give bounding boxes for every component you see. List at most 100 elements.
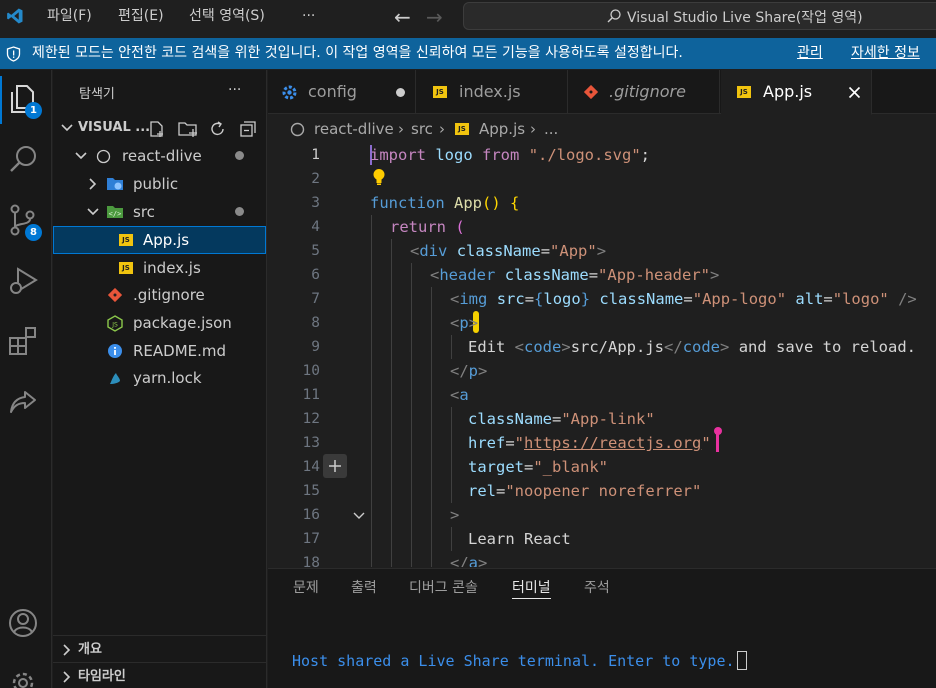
line-number: 2 — [311, 171, 320, 187]
live-share-button[interactable] — [0, 378, 52, 426]
command-center-search[interactable]: Visual Studio Live Share(작업 영역) — [463, 2, 936, 30]
tree-file-package-json[interactable]: JS package.json — [53, 309, 266, 337]
tab-index-js[interactable]: JS index.js — [417, 70, 568, 114]
js-file-icon: JS — [119, 234, 133, 246]
code-token: target — [468, 458, 524, 476]
manage-link[interactable]: 관리 — [797, 38, 823, 69]
indent-guide — [451, 407, 452, 503]
extensions-button[interactable] — [0, 316, 52, 364]
code-token: "App-header" — [598, 266, 711, 284]
code-token: = — [524, 290, 535, 308]
code-token: = — [496, 482, 506, 500]
line-number: 8 — [311, 315, 320, 331]
code-token: a — [468, 554, 479, 567]
breadcrumb-symbol[interactable]: ... — [544, 115, 558, 143]
editor-tab-bar: config JS index.js .gitignore JS App.js — [268, 70, 936, 115]
title-bar: 파일(F) 편집(E) 선택 영역(S) ··· ← → Visual Stud… — [0, 0, 936, 33]
code-line: <img src={logo} className="App-logo" alt… — [450, 287, 917, 311]
new-folder-icon[interactable] — [178, 120, 198, 138]
close-icon[interactable] — [848, 86, 861, 99]
new-file-icon[interactable] — [148, 120, 166, 138]
unsaved-dot[interactable] — [396, 88, 405, 97]
back-arrow-icon[interactable]: ← — [394, 5, 411, 29]
explorer-sidebar: 탐색기 ··· VISUAL ... react-dlive public </… — [53, 70, 267, 688]
line-number: 9 — [311, 339, 320, 355]
banner-message: 제한된 모드는 안전한 코드 검색을 위한 것입니다. 이 작업 영역을 신뢰하… — [32, 45, 683, 61]
fold-chevron-icon[interactable] — [352, 509, 366, 523]
tree-file-gitignore[interactable]: .gitignore — [53, 281, 266, 309]
source-control-button[interactable]: 8 — [0, 196, 52, 244]
extensions-icon — [9, 327, 36, 355]
code-token: > — [468, 314, 479, 332]
tree-file-index-js[interactable]: JS index.js — [53, 254, 266, 282]
code-token: "_blank" — [533, 458, 608, 476]
add-comment-button[interactable] — [323, 454, 347, 478]
modified-dot — [235, 207, 244, 216]
code-token: header — [439, 266, 496, 284]
menu-file[interactable]: 파일(F) — [47, 0, 92, 33]
url-link[interactable]: https://reactjs.org — [524, 434, 701, 452]
manage-button[interactable] — [0, 660, 52, 688]
panel-tab-terminal[interactable]: 터미널 — [512, 577, 551, 599]
indent-guide — [451, 527, 452, 551]
tree-label: index.js — [143, 259, 201, 277]
explorer-button[interactable]: 1 — [0, 76, 52, 124]
tree-file-readme[interactable]: README.md — [53, 337, 266, 365]
refresh-icon[interactable] — [209, 120, 227, 138]
search-button[interactable] — [0, 134, 52, 182]
outline-section[interactable]: 개요 — [53, 635, 266, 662]
panel-tab-output[interactable]: 출력 — [351, 577, 377, 599]
chevron-down-icon — [87, 208, 99, 216]
tree-file-yarn-lock[interactable]: yarn.lock — [53, 364, 266, 392]
accounts-button[interactable] — [0, 600, 52, 648]
terminal-output[interactable]: Host shared a Live Share terminal. Enter… — [292, 651, 747, 670]
timeline-section[interactable]: 타임라인 — [53, 662, 266, 688]
panel-tab-debug-console[interactable]: 디버그 콘솔 — [409, 577, 478, 599]
code-token: return — [390, 218, 446, 236]
tab-label: App.js — [763, 82, 813, 101]
code-token: = — [683, 290, 693, 308]
code-token: function — [370, 194, 445, 212]
sidebar-more-button[interactable]: ··· — [228, 82, 241, 98]
code-token: App — [454, 194, 482, 212]
tab-config[interactable]: config — [268, 70, 416, 114]
collapse-all-icon[interactable] — [239, 120, 257, 138]
source-control-badge: 8 — [25, 224, 42, 241]
breadcrumb-folder[interactable]: react-dlive — [314, 115, 394, 143]
code-token: < — [450, 314, 460, 332]
menu-selection[interactable]: 선택 영역(S) — [189, 0, 265, 33]
tree-file-app-js[interactable]: JS App.js — [53, 226, 266, 254]
line-number: 17 — [302, 531, 320, 547]
svg-text:JS: JS — [111, 322, 118, 329]
line-number: 5 — [311, 243, 320, 259]
tab-app-js[interactable]: JS App.js — [721, 70, 872, 115]
tree-folder-public[interactable]: public — [53, 170, 266, 198]
tree-folder-react-dlive[interactable]: react-dlive — [53, 142, 266, 170]
activity-bar: 1 8 — [0, 70, 52, 688]
code-token: p — [468, 362, 479, 380]
tree-folder-src[interactable]: </> src — [53, 198, 266, 226]
code-token: > — [596, 242, 607, 260]
menu-more[interactable]: ··· — [302, 0, 315, 33]
breadcrumb-file[interactable]: App.js — [479, 115, 525, 143]
learn-more-link[interactable]: 자세한 정보 — [851, 38, 920, 69]
menu-edit[interactable]: 편집(E) — [118, 0, 164, 33]
code-editor[interactable]: 1 2 3 4 5 6 7 8 9 10 11 12 13 14 15 16 1… — [268, 143, 936, 567]
chevron-right-icon — [63, 671, 71, 683]
panel-tab-problems[interactable]: 문제 — [293, 577, 319, 599]
code-token: = — [540, 242, 551, 260]
bottom-panel: 문제 출력 디버그 콘솔 터미널 주석 Host shared a Live S… — [268, 568, 936, 688]
tree-label: App.js — [143, 231, 190, 249]
run-debug-button[interactable] — [0, 256, 52, 304]
lightbulb-icon[interactable] — [372, 168, 386, 186]
code-token: className — [468, 410, 552, 428]
sidebar-title: 탐색기 — [79, 87, 115, 102]
tab-gitignore[interactable]: .gitignore — [569, 70, 720, 114]
forward-arrow-icon[interactable]: → — [426, 5, 443, 29]
breadcrumb-src[interactable]: src — [411, 115, 433, 143]
workspace-header[interactable]: VISUAL ... — [53, 114, 266, 142]
code-token: className — [599, 290, 684, 308]
panel-tab-comments[interactable]: 주석 — [584, 577, 610, 599]
live-share-circle-icon — [96, 149, 111, 164]
remote-cursor-flag — [714, 427, 722, 435]
